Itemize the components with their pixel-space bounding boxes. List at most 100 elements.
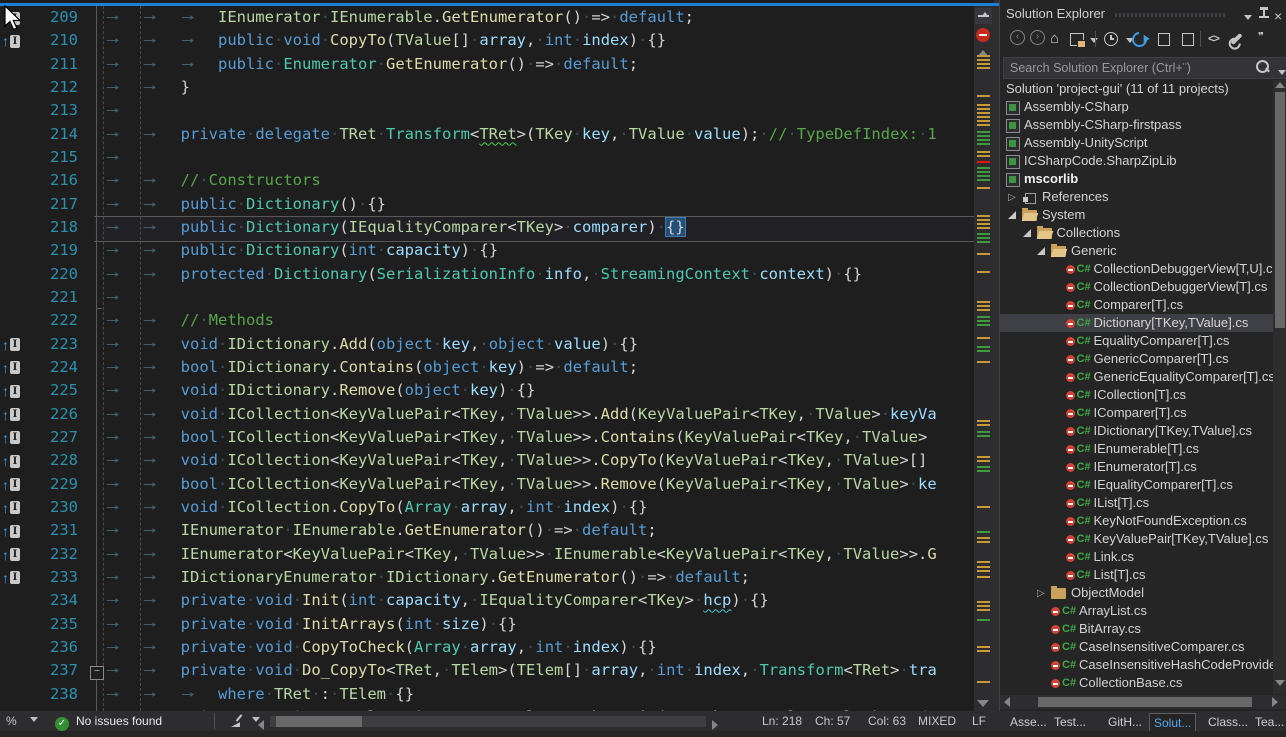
tree-item-objectmodel[interactable]: ▷ObjectModel — [1000, 584, 1273, 602]
code-line[interactable]: →→IEnumerator·IEnumerable.GetEnumerator(… — [96, 519, 970, 542]
tree-item-arraylist-cs[interactable]: C#ArrayList.cs — [1000, 602, 1273, 620]
chevron-collapsed-icon[interactable]: ▷ — [1008, 189, 1016, 207]
history-icon[interactable] — [1104, 30, 1122, 48]
tree-item-caseinsensitivecomparer-cs[interactable]: C#CaseInsensitiveComparer.cs — [1000, 638, 1273, 656]
window-position-icon[interactable] — [1240, 12, 1252, 26]
implements-interface-glyph-icon[interactable]: ↑I — [2, 335, 20, 355]
code-line[interactable]: →→public·Dictionary(IEqualityComparer<TK… — [96, 216, 970, 239]
implements-interface-glyph-icon[interactable]: ↑I — [2, 381, 20, 401]
tree-item-references[interactable]: ▷References — [1000, 188, 1273, 206]
split-editor-handle-icon[interactable] — [975, 8, 992, 24]
implements-interface-glyph-icon[interactable]: ↑I — [2, 358, 20, 378]
tool-window-tab-test[interactable]: Test... — [1050, 713, 1090, 731]
editor-horizontal-scrollbar[interactable] — [270, 716, 706, 727]
tree-item-icsharpcode-sharpziplib[interactable]: ICSharpCode.SharpZipLib — [1000, 152, 1273, 170]
tree-item-dictionary-tkey-tvalue-cs[interactable]: C#Dictionary[TKey,TValue].cs — [1000, 314, 1273, 332]
refresh-icon[interactable] — [1132, 30, 1150, 48]
tree-item-collectiondebuggerview-t-cs[interactable]: C#CollectionDebuggerView[T].cs — [1000, 278, 1273, 296]
code-line[interactable]: →→void·IDictionary.Remove(object·key)·{} — [96, 379, 970, 402]
tree-item-iequalitycomparer-t-cs[interactable]: C#IEqualityComparer[T].cs — [1000, 476, 1273, 494]
search-input[interactable]: Search Solution Explorer (Ctrl+¨) — [1003, 57, 1286, 79]
tree-item-equalitycomparer-t-cs[interactable]: C#EqualityComparer[T].cs — [1000, 332, 1273, 350]
code-line[interactable]: →→//·Constructors — [96, 169, 970, 192]
code-line[interactable]: → — [96, 99, 970, 122]
code-line[interactable]: →→→public·Enumerator·GetEnumerator()·=>·… — [96, 53, 970, 76]
scrollbar-thumb[interactable] — [1038, 697, 1252, 707]
home-icon[interactable]: ⌂ — [1050, 30, 1068, 48]
properties-wrench-icon[interactable] — [1230, 30, 1248, 48]
code-content[interactable]: → →→IEnumerator·IEnumerable.GetEnumerator… — [96, 0, 970, 711]
tree-item-system[interactable]: System — [1000, 206, 1273, 224]
solution-tree[interactable]: Solution 'project-gui' (11 of 11 project… — [1000, 80, 1273, 694]
tool-window-tab-class[interactable]: Class... — [1204, 713, 1252, 731]
tree-item-genericcomparer-t-cs[interactable]: C#GenericComparer[T].cs — [1000, 350, 1273, 368]
code-editor[interactable]: 2092102112122132142152162172182192202212… — [0, 0, 994, 711]
implements-interface-glyph-icon[interactable]: ↑I — [2, 521, 20, 541]
code-line[interactable]: →→private·void·Do_CopyTo<TRet,·TElem>(TE… — [96, 659, 970, 682]
search-icon[interactable] — [1256, 60, 1269, 73]
status-line-number[interactable]: Ln: 218 — [762, 711, 802, 731]
code-line[interactable]: →→public·Dictionary(int·capacity)·{} — [96, 239, 970, 262]
status-char-position[interactable]: Ch: 57 — [815, 711, 850, 731]
status-column[interactable]: Col: 63 — [868, 711, 906, 731]
tree-item-ienumerator-t-cs[interactable]: C#IEnumerator[T].cs — [1000, 458, 1273, 476]
code-line[interactable]: →→bool·ICollection<KeyValuePair<TKey,·TV… — [96, 473, 970, 496]
chevron-expanded-icon[interactable] — [1008, 211, 1016, 219]
tree-item-list-t-cs[interactable]: C#List[T].cs — [1000, 566, 1273, 584]
chevron-expanded-icon[interactable] — [1037, 247, 1045, 255]
tree-item-icomparer-t-cs[interactable]: C#IComparer[T].cs — [1000, 404, 1273, 422]
tree-item-assembly-csharp[interactable]: Assembly-CSharp — [1000, 98, 1273, 116]
tree-horizontal-scrollbar[interactable] — [1000, 695, 1286, 709]
tree-item-collectiondebuggerview-t-u-cs[interactable]: C#CollectionDebuggerView[T,U].cs — [1000, 260, 1273, 278]
zoom-dropdown-icon[interactable] — [26, 711, 38, 731]
editor-scrollbar[interactable] — [974, 6, 994, 711]
code-line[interactable]: →→} — [96, 76, 970, 99]
implements-interface-glyph-icon[interactable]: ↑I — [2, 475, 20, 495]
tree-item-keyvaluepair-tkey-tvalue-cs[interactable]: C#KeyValuePair[TKey,TValue].cs — [1000, 530, 1273, 548]
tree-item-assembly-csharp-firstpass[interactable]: Assembly-CSharp-firstpass — [1000, 116, 1273, 134]
collapse-all-icon[interactable] — [1158, 30, 1176, 48]
scroll-left-button[interactable] — [1004, 697, 1010, 707]
implements-interface-glyph-icon[interactable]: ↑I — [2, 405, 20, 425]
tree-item-comparer-t-cs[interactable]: C#Comparer[T].cs — [1000, 296, 1273, 314]
tree-item-idictionary-tkey-tvalue-cs[interactable]: C#IDictionary[TKey,TValue].cs — [1000, 422, 1273, 440]
tree-item-assembly-unityscript[interactable]: Assembly-UnityScript — [1000, 134, 1273, 152]
tree-vertical-scrollbar[interactable] — [1273, 80, 1286, 694]
scroll-down-button[interactable] — [1275, 680, 1285, 686]
tree-item-collectionbase-cs[interactable]: C#CollectionBase.cs — [1000, 674, 1273, 692]
preview-icon[interactable] — [1182, 30, 1200, 48]
chevron-collapsed-icon[interactable]: ▷ — [1037, 585, 1045, 603]
view-code-icon[interactable]: <> — [1208, 30, 1226, 48]
tree-item-solution-project-gui-11-of-11-projects[interactable]: Solution 'project-gui' (11 of 11 project… — [1000, 80, 1273, 98]
code-line[interactable]: →→bool·IDictionary.Contains(object·key)·… — [96, 356, 970, 379]
tool-window-tab-solut[interactable]: Solut... — [1149, 713, 1196, 733]
tree-item-ienumerable-t-cs[interactable]: C#IEnumerable[T].cs — [1000, 440, 1273, 458]
code-line[interactable]: →→→public·void·CopyTo(TValue[]·array,·in… — [96, 29, 970, 52]
implements-interface-glyph-icon[interactable]: ↑I — [2, 545, 20, 565]
scroll-right-button[interactable] — [1272, 697, 1278, 707]
code-line[interactable]: →→private·delegate·TRet·Transform<TRet>(… — [96, 123, 970, 146]
pin-icon[interactable] — [1258, 7, 1270, 21]
tool-window-tab-asse[interactable]: Asse... — [1006, 713, 1051, 731]
code-line[interactable]: → — [96, 286, 970, 309]
implements-interface-glyph-icon[interactable]: ↑I — [2, 31, 20, 51]
tree-item-icollection-t-cs[interactable]: C#ICollection[T].cs — [1000, 386, 1273, 404]
code-line[interactable]: →→//·Methods — [96, 309, 970, 332]
scroll-up-button[interactable] — [1275, 82, 1285, 88]
tree-item-caseinsensitivehashcodeprovider-cs[interactable]: C#CaseInsensitiveHashCodeProvider.cs — [1000, 656, 1273, 674]
code-line[interactable]: →→void·ICollection.CopyTo(Array·array,·i… — [96, 496, 970, 519]
issues-status-text[interactable]: No issues found — [76, 711, 162, 731]
code-line[interactable]: →→void·IDictionary.Add(object·key,·objec… — [96, 333, 970, 356]
code-line[interactable]: →→void·ICollection<KeyValuePair<TKey,·TV… — [96, 449, 970, 472]
tree-item-generic[interactable]: Generic — [1000, 242, 1273, 260]
code-line[interactable]: →→→IEnumerator·IEnumerable.GetEnumerator… — [96, 6, 970, 29]
code-line[interactable]: →→public·Dictionary()·{} — [96, 193, 970, 216]
tree-item-link-cs[interactable]: C#Link.cs — [1000, 548, 1273, 566]
tree-item-bitarray-cs[interactable]: C#BitArray.cs — [1000, 620, 1273, 638]
tree-item-keynotfoundexception-cs[interactable]: C#KeyNotFoundException.cs — [1000, 512, 1273, 530]
status-encoding[interactable]: MIXED — [918, 711, 956, 731]
code-line[interactable]: →→private·void·InitArrays(int·size)·{} — [96, 613, 970, 636]
implements-interface-glyph-icon[interactable]: ↑I — [2, 568, 20, 588]
zoom-control[interactable]: % — [6, 711, 17, 731]
overflow-icon[interactable]: ❞ — [1258, 30, 1276, 48]
